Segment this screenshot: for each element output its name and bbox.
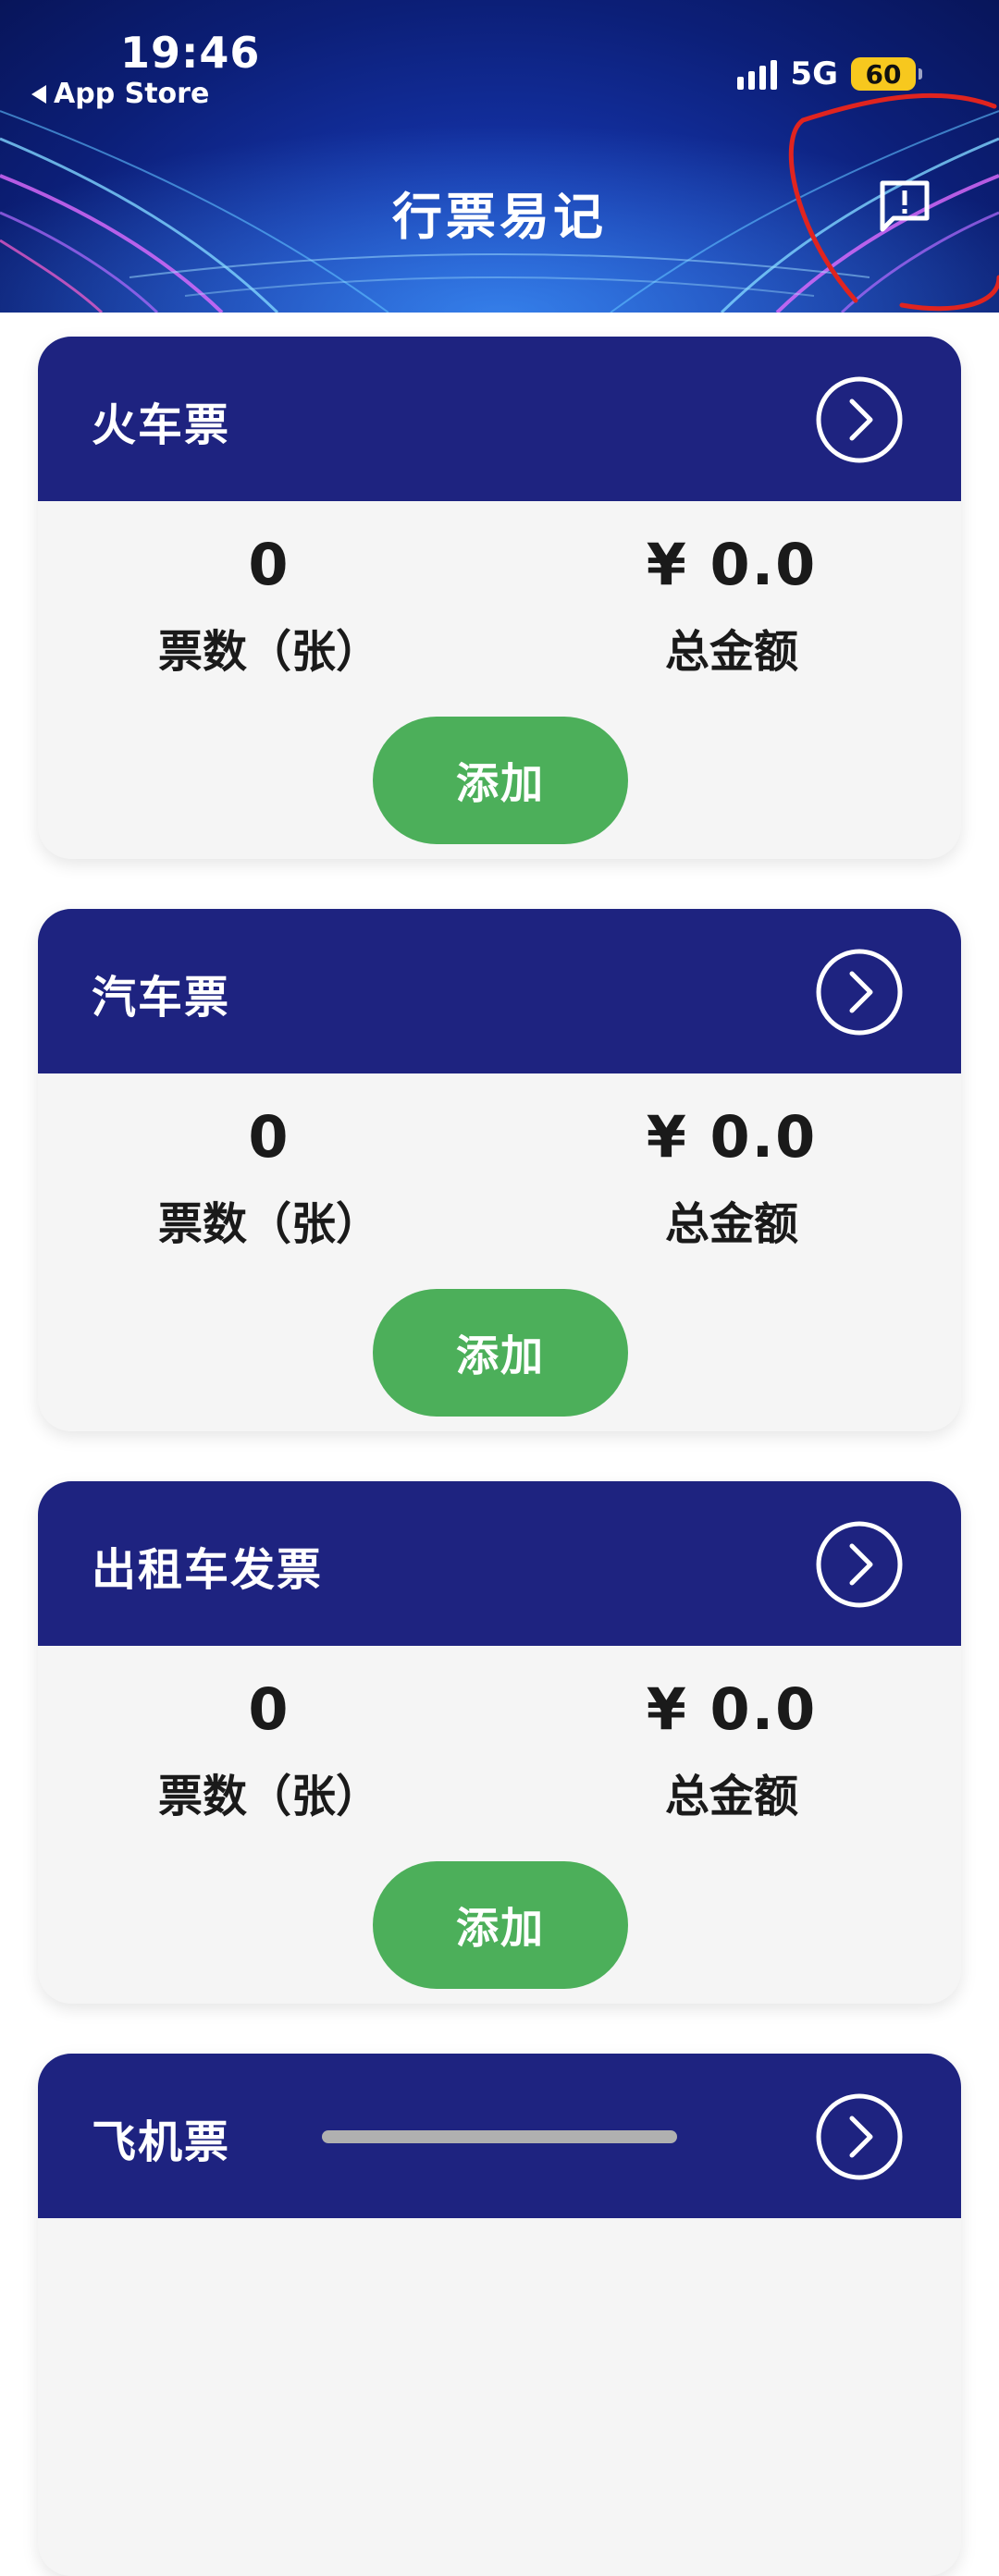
total-amount: ¥ 0.0 总金额: [574, 531, 889, 680]
total-amount-value: ¥ 0.0: [646, 531, 818, 598]
status-time: 19:46: [120, 28, 261, 78]
battery-icon: 60: [851, 57, 922, 91]
card-title: 火车票: [92, 399, 231, 451]
chevron-right-circle-icon: [816, 2093, 903, 2180]
open-detail-button[interactable]: [815, 2092, 904, 2181]
ticket-count-label: 票数（张）: [157, 1198, 380, 1250]
home-indicator[interactable]: [322, 2130, 677, 2143]
total-amount: ¥ 0.0 总金额: [574, 1675, 889, 1824]
total-amount-label: 总金额: [664, 626, 798, 678]
ticket-count: 0 票数（张）: [93, 1675, 445, 1824]
ticket-count-value: 0: [248, 1675, 290, 1743]
message-alert-icon: [880, 180, 930, 232]
ticket-count: 0 票数（张）: [93, 1103, 445, 1252]
back-label: App Store: [54, 78, 210, 110]
total-amount-value: ¥ 0.0: [646, 1103, 818, 1171]
chevron-right-circle-icon: [816, 949, 903, 1036]
ticket-count-value: 0: [248, 531, 290, 598]
card-title: 飞机票: [92, 2116, 231, 2168]
network-type: 5G: [790, 55, 838, 92]
card-header[interactable]: 出租车发票: [38, 1481, 961, 1646]
total-amount-label: 总金额: [664, 1771, 798, 1822]
card-title: 汽车票: [92, 972, 231, 1024]
back-arrow-icon: [31, 84, 46, 104]
add-button[interactable]: 添加: [373, 717, 628, 844]
card-header[interactable]: 汽车票: [38, 909, 961, 1073]
ticket-count-value: 0: [248, 1103, 290, 1171]
open-detail-button[interactable]: [815, 1520, 904, 1609]
total-amount: ¥ 0.0 总金额: [574, 1103, 889, 1252]
ticket-count-label: 票数（张）: [157, 1771, 380, 1822]
total-amount-label: 总金额: [664, 1198, 798, 1250]
chevron-right-circle-icon: [816, 376, 903, 463]
total-amount-value: ¥ 0.0: [646, 1675, 818, 1743]
chevron-right-circle-icon: [816, 1521, 903, 1608]
ticket-card-train: 火车票 0 票数（张） ¥ 0.0 总金额 添加: [38, 337, 961, 859]
app-header: 19:46 App Store 5G 60 行票易记: [0, 0, 999, 313]
ticket-card-taxi: 出租车发票 0 票数（张） ¥ 0.0 总金额 添加: [38, 1481, 961, 2004]
open-detail-button[interactable]: [815, 948, 904, 1037]
ticket-count: 0 票数（张）: [93, 531, 445, 680]
add-button[interactable]: 添加: [373, 1861, 628, 1989]
ticket-card-bus: 汽车票 0 票数（张） ¥ 0.0 总金额 添加: [38, 909, 961, 1431]
back-to-app-store[interactable]: App Store: [31, 78, 209, 110]
feedback-button[interactable]: [877, 178, 932, 233]
ticket-count-label: 票数（张）: [157, 626, 380, 678]
card-title: 出租车发票: [92, 1544, 324, 1596]
add-button[interactable]: 添加: [373, 1289, 628, 1417]
card-header[interactable]: 火车票: [38, 337, 961, 501]
signal-icon: [737, 58, 778, 90]
page-title: 行票易记: [392, 188, 607, 246]
open-detail-button[interactable]: [815, 375, 904, 464]
battery-level: 60: [865, 58, 902, 90]
status-indicators: 5G 60: [737, 55, 922, 92]
